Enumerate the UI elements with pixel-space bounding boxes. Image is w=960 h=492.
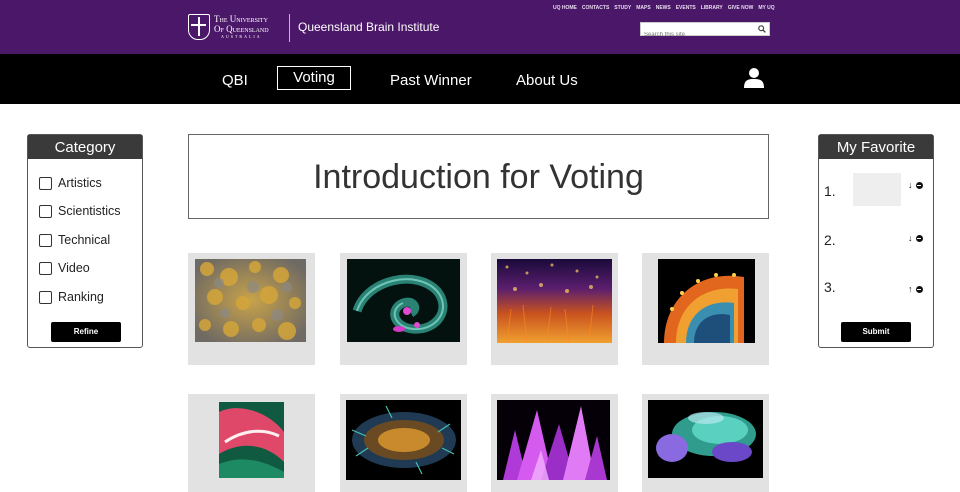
checkbox[interactable] [39, 176, 52, 190]
favorites-title: My Favorite [819, 135, 933, 159]
category-label: Technical [58, 233, 111, 247]
search-input[interactable] [641, 29, 753, 41]
checkbox[interactable] [39, 290, 52, 304]
checkbox[interactable] [39, 204, 52, 218]
favorites-panel: My Favorite 1. 2. 3. ↓ ↓ ↑ Submit [818, 134, 934, 348]
uq-logo[interactable]: The University Of Queensland AUSTRALIA [188, 12, 284, 42]
logo-divider [289, 14, 290, 42]
gallery-item-6[interactable] [340, 394, 467, 492]
favorite-rank-2: 2. [824, 232, 836, 248]
checkbox[interactable] [39, 233, 52, 247]
gallery-item-8[interactable] [642, 394, 769, 492]
move-down-icon[interactable]: ↓ [908, 181, 913, 190]
favorite-rank-3: 3. [824, 279, 836, 295]
util-link-my-uq[interactable]: MY UQ [758, 5, 774, 11]
favorite-2-controls: ↓ [908, 234, 923, 243]
gallery-item-4[interactable] [642, 253, 769, 365]
orange-cells-image [497, 259, 612, 343]
favorite-1-controls: ↓ [908, 181, 923, 190]
gold-texture-image [195, 259, 306, 342]
gallery-item-3[interactable] [491, 253, 618, 365]
util-link-library[interactable]: LIBRARY [701, 5, 723, 11]
remove-icon[interactable] [915, 182, 923, 189]
purple-crystal-image [497, 400, 610, 480]
uq-crest-icon [188, 14, 210, 40]
nav-voting[interactable]: Voting [277, 66, 351, 90]
util-link-study[interactable]: STUDY [614, 5, 631, 11]
favorite-rank-1: 1. [824, 183, 836, 199]
intro-box: Introduction for Voting [188, 134, 769, 219]
gallery-item-1[interactable] [188, 253, 315, 365]
remove-icon[interactable] [915, 235, 923, 242]
remove-icon[interactable] [915, 286, 923, 293]
search-icon[interactable] [758, 25, 766, 33]
category-ranking[interactable]: Ranking [39, 290, 104, 304]
util-link-uq-home[interactable]: UQ HOME [553, 5, 577, 11]
category-scientistics[interactable]: Scientistics [39, 204, 121, 218]
refine-button[interactable]: Refine [51, 322, 121, 342]
checkbox[interactable] [39, 261, 52, 275]
utility-links: UQ HOME CONTACTS STUDY MAPS NEWS EVENTS … [553, 5, 775, 11]
spiral-embryo-image [347, 259, 460, 342]
submit-button[interactable]: Submit [841, 322, 911, 342]
gallery-item-2[interactable] [340, 253, 467, 365]
neuron-cluster-image [346, 400, 461, 480]
category-label: Scientistics [58, 204, 121, 218]
category-label: Artistics [58, 176, 102, 190]
util-link-news[interactable]: NEWS [656, 5, 671, 11]
page-title: Introduction for Voting [313, 158, 644, 196]
category-artistics[interactable]: Artistics [39, 176, 102, 190]
move-up-icon[interactable]: ↑ [908, 285, 913, 294]
favorite-3-controls: ↑ [908, 285, 923, 294]
nav-past-winner[interactable]: Past Winner [390, 72, 472, 89]
favorite-1-thumbnail-slot[interactable] [853, 173, 901, 206]
main-nav: QBI Voting Past Winner About Us [0, 54, 960, 104]
uq-wordmark: The University Of Queensland AUSTRALIA [214, 14, 269, 39]
brain-scan-image [648, 400, 763, 478]
orange-fan-image [658, 259, 755, 343]
university-header: The University Of Queensland AUSTRALIA Q… [0, 0, 960, 54]
category-panel: Category Artistics Scientistics Technica… [27, 134, 143, 348]
category-label: Video [58, 261, 90, 275]
category-video[interactable]: Video [39, 261, 90, 275]
nav-about-us[interactable]: About Us [516, 72, 578, 89]
category-technical[interactable]: Technical [39, 233, 110, 247]
nav-qbi[interactable]: QBI [222, 72, 248, 89]
category-title: Category [28, 135, 142, 159]
site-name[interactable]: Queensland Brain Institute [298, 20, 439, 34]
util-link-maps[interactable]: MAPS [636, 5, 650, 11]
search-box [640, 22, 770, 41]
user-icon[interactable] [743, 67, 765, 89]
util-link-contacts[interactable]: CONTACTS [582, 5, 609, 11]
util-link-give-now[interactable]: GIVE NOW [728, 5, 754, 11]
red-tissue-image [219, 402, 284, 478]
category-label: Ranking [58, 290, 104, 304]
gallery-item-7[interactable] [491, 394, 618, 492]
util-link-events[interactable]: EVENTS [676, 5, 696, 11]
move-down-icon[interactable]: ↓ [908, 234, 913, 243]
gallery-item-5[interactable] [188, 394, 315, 492]
